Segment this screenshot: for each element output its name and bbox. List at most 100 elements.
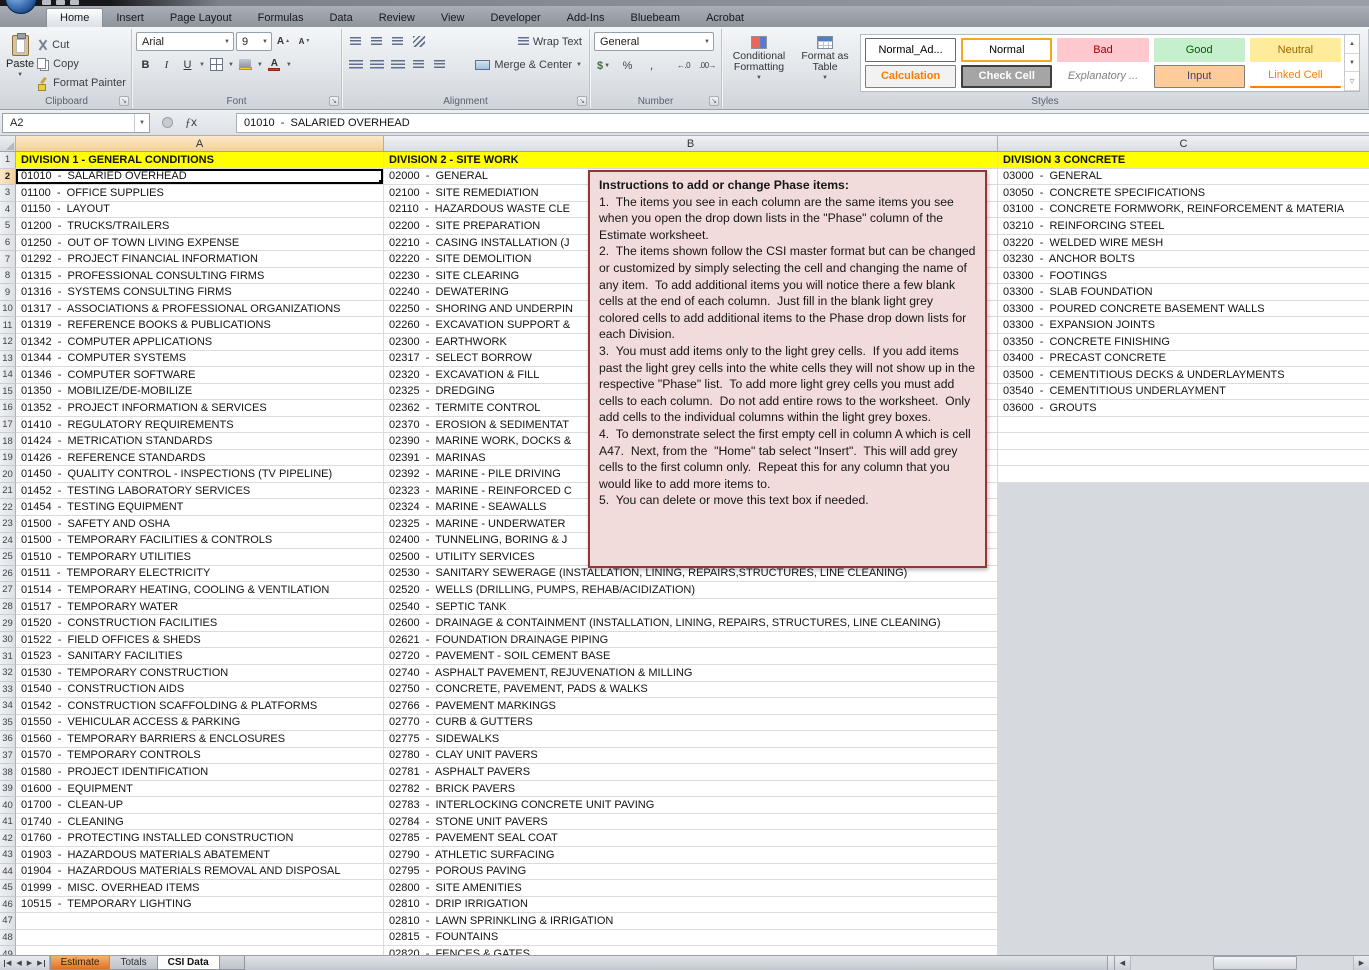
- wrap-text-button[interactable]: Wrap Text: [515, 33, 585, 51]
- row-header-11[interactable]: 11: [0, 317, 16, 334]
- increase-decimal-button[interactable]: ←.0: [674, 56, 693, 75]
- merge-center-button[interactable]: Merge & Center ▼: [472, 56, 585, 74]
- cell-B30[interactable]: 02621 - FOUNDATION DRAINAGE PIPING: [384, 632, 998, 649]
- cell-A3[interactable]: 01100 - OFFICE SUPPLIES: [16, 185, 384, 202]
- number-format-combo[interactable]: General ▼: [594, 32, 714, 51]
- cell-C39[interactable]: [998, 781, 1369, 798]
- cell-C8[interactable]: 03300 - FOOTINGS: [998, 268, 1369, 285]
- row-header-39[interactable]: 39: [0, 781, 16, 798]
- first-sheet-icon[interactable]: ◀: [4, 960, 11, 967]
- cell-A35[interactable]: 01550 - VEHICULAR ACCESS & PARKING: [16, 715, 384, 732]
- cell-A40[interactable]: 01700 - CLEAN-UP: [16, 797, 384, 814]
- row-header-1[interactable]: 1: [0, 152, 16, 169]
- row-header-49[interactable]: 49: [0, 946, 16, 955]
- cell-C25[interactable]: [998, 549, 1369, 566]
- cell-B42[interactable]: 02785 - PAVEMENT SEAL COAT: [384, 830, 998, 847]
- cell-style-normal[interactable]: Normal: [961, 38, 1052, 62]
- cell-C45[interactable]: [998, 880, 1369, 897]
- formula-input[interactable]: 01010 - SALARIED OVERHEAD: [236, 113, 1369, 133]
- row-header-10[interactable]: 10: [0, 301, 16, 318]
- ribbon-tab-developer[interactable]: Developer: [477, 9, 553, 27]
- cell-B48[interactable]: 02815 - FOUNTAINS: [384, 930, 998, 947]
- cell-A23[interactable]: 01500 - SAFETY AND OSHA: [16, 516, 384, 533]
- underline-button[interactable]: U: [178, 55, 197, 74]
- cell-C19[interactable]: [998, 450, 1369, 467]
- row-header-30[interactable]: 30: [0, 632, 16, 649]
- cell-A5[interactable]: 01200 - TRUCKS/TRAILERS: [16, 218, 384, 235]
- cell-C33[interactable]: [998, 682, 1369, 699]
- row-header-17[interactable]: 17: [0, 417, 16, 434]
- cell-B39[interactable]: 02782 - BRICK PAVERS: [384, 781, 998, 798]
- cell-A24[interactable]: 01500 - TEMPORARY FACILITIES & CONTROLS: [16, 533, 384, 550]
- percent-format-button[interactable]: %: [618, 56, 637, 75]
- cell-C28[interactable]: [998, 599, 1369, 616]
- gallery-scroll-up-icon[interactable]: ▲: [1345, 35, 1359, 54]
- row-header-44[interactable]: 44: [0, 864, 16, 881]
- undo-icon[interactable]: [56, 0, 65, 5]
- cell-style-explanatory-[interactable]: Explanatory ...: [1057, 65, 1148, 89]
- cell-B27[interactable]: 02520 - WELLS (DRILLING, PUMPS, REHAB/AC…: [384, 582, 998, 599]
- cell-B35[interactable]: 02770 - CURB & GUTTERS: [384, 715, 998, 732]
- row-header-19[interactable]: 19: [0, 450, 16, 467]
- cell-A17[interactable]: 01410 - REGULATORY REQUIREMENTS: [16, 417, 384, 434]
- cell-C44[interactable]: [998, 864, 1369, 881]
- row-header-27[interactable]: 27: [0, 582, 16, 599]
- cell-style-good[interactable]: Good: [1154, 38, 1245, 62]
- row-header-42[interactable]: 42: [0, 830, 16, 847]
- cell-C11[interactable]: 03300 - EXPANSION JOINTS: [998, 317, 1369, 334]
- cell-A11[interactable]: 01319 - REFERENCE BOOKS & PUBLICATIONS: [16, 317, 384, 334]
- row-header-24[interactable]: 24: [0, 533, 16, 550]
- row-header-2[interactable]: 2: [0, 169, 16, 186]
- cell-style-neutral[interactable]: Neutral: [1250, 38, 1341, 62]
- cell-A10[interactable]: 01317 - ASSOCIATIONS & PROFESSIONAL ORGA…: [16, 301, 384, 318]
- cell-B37[interactable]: 02780 - CLAY UNIT PAVERS: [384, 748, 998, 765]
- orientation-button[interactable]: [409, 32, 428, 51]
- row-header-15[interactable]: 15: [0, 384, 16, 401]
- decrease-indent-button[interactable]: [409, 55, 428, 74]
- font-color-button[interactable]: A: [265, 55, 284, 74]
- bold-button[interactable]: B: [136, 55, 155, 74]
- font-color-dropdown-icon[interactable]: ▼: [286, 62, 292, 68]
- ribbon-tab-home[interactable]: Home: [46, 8, 103, 27]
- align-middle-button[interactable]: [367, 32, 386, 51]
- last-sheet-icon[interactable]: ▶: [37, 960, 44, 967]
- cell-C24[interactable]: [998, 533, 1369, 550]
- row-header-29[interactable]: 29: [0, 615, 16, 632]
- row-header-40[interactable]: 40: [0, 797, 16, 814]
- row-header-18[interactable]: 18: [0, 433, 16, 450]
- column-header-A[interactable]: A: [16, 136, 384, 151]
- row-header-31[interactable]: 31: [0, 648, 16, 665]
- cell-A25[interactable]: 01510 - TEMPORARY UTILITIES: [16, 549, 384, 566]
- cell-style-linked-cell[interactable]: Linked Cell: [1250, 65, 1341, 89]
- cell-C6[interactable]: 03220 - WELDED WIRE MESH: [998, 235, 1369, 252]
- ribbon-tab-review[interactable]: Review: [366, 9, 428, 27]
- align-center-button[interactable]: [367, 55, 386, 74]
- save-icon[interactable]: [42, 0, 51, 5]
- redo-icon[interactable]: [70, 0, 79, 5]
- row-header-41[interactable]: 41: [0, 814, 16, 831]
- row-header-43[interactable]: 43: [0, 847, 16, 864]
- cell-C43[interactable]: [998, 847, 1369, 864]
- cell-B33[interactable]: 02750 - CONCRETE, PAVEMENT, PADS & WALKS: [384, 682, 998, 699]
- scroll-right-button[interactable]: ▶: [1353, 956, 1369, 970]
- alignment-dialog-launcher[interactable]: ↘: [577, 96, 587, 106]
- row-header-8[interactable]: 8: [0, 268, 16, 285]
- cell-A39[interactable]: 01600 - EQUIPMENT: [16, 781, 384, 798]
- cell-C13[interactable]: 03400 - PRECAST CONCRETE: [998, 351, 1369, 368]
- ribbon-tab-page-layout[interactable]: Page Layout: [157, 9, 245, 27]
- row-header-45[interactable]: 45: [0, 880, 16, 897]
- cell-A15[interactable]: 01350 - MOBILIZE/DE-MOBILIZE: [16, 384, 384, 401]
- row-header-36[interactable]: 36: [0, 731, 16, 748]
- cell-C30[interactable]: [998, 632, 1369, 649]
- cell-B47[interactable]: 02810 - LAWN SPRINKLING & IRRIGATION: [384, 913, 998, 930]
- cell-B45[interactable]: 02800 - SITE AMENITIES: [384, 880, 998, 897]
- cell-C4[interactable]: 03100 - CONCRETE FORMWORK, REINFORCEMENT…: [998, 202, 1369, 219]
- row-header-28[interactable]: 28: [0, 599, 16, 616]
- cell-C17[interactable]: [998, 417, 1369, 434]
- cell-A4[interactable]: 01150 - LAYOUT: [16, 202, 384, 219]
- format-painter-button[interactable]: Format Painter: [34, 74, 129, 92]
- row-header-23[interactable]: 23: [0, 516, 16, 533]
- cell-C40[interactable]: [998, 797, 1369, 814]
- fill-color-button[interactable]: [236, 55, 255, 74]
- cell-C37[interactable]: [998, 748, 1369, 765]
